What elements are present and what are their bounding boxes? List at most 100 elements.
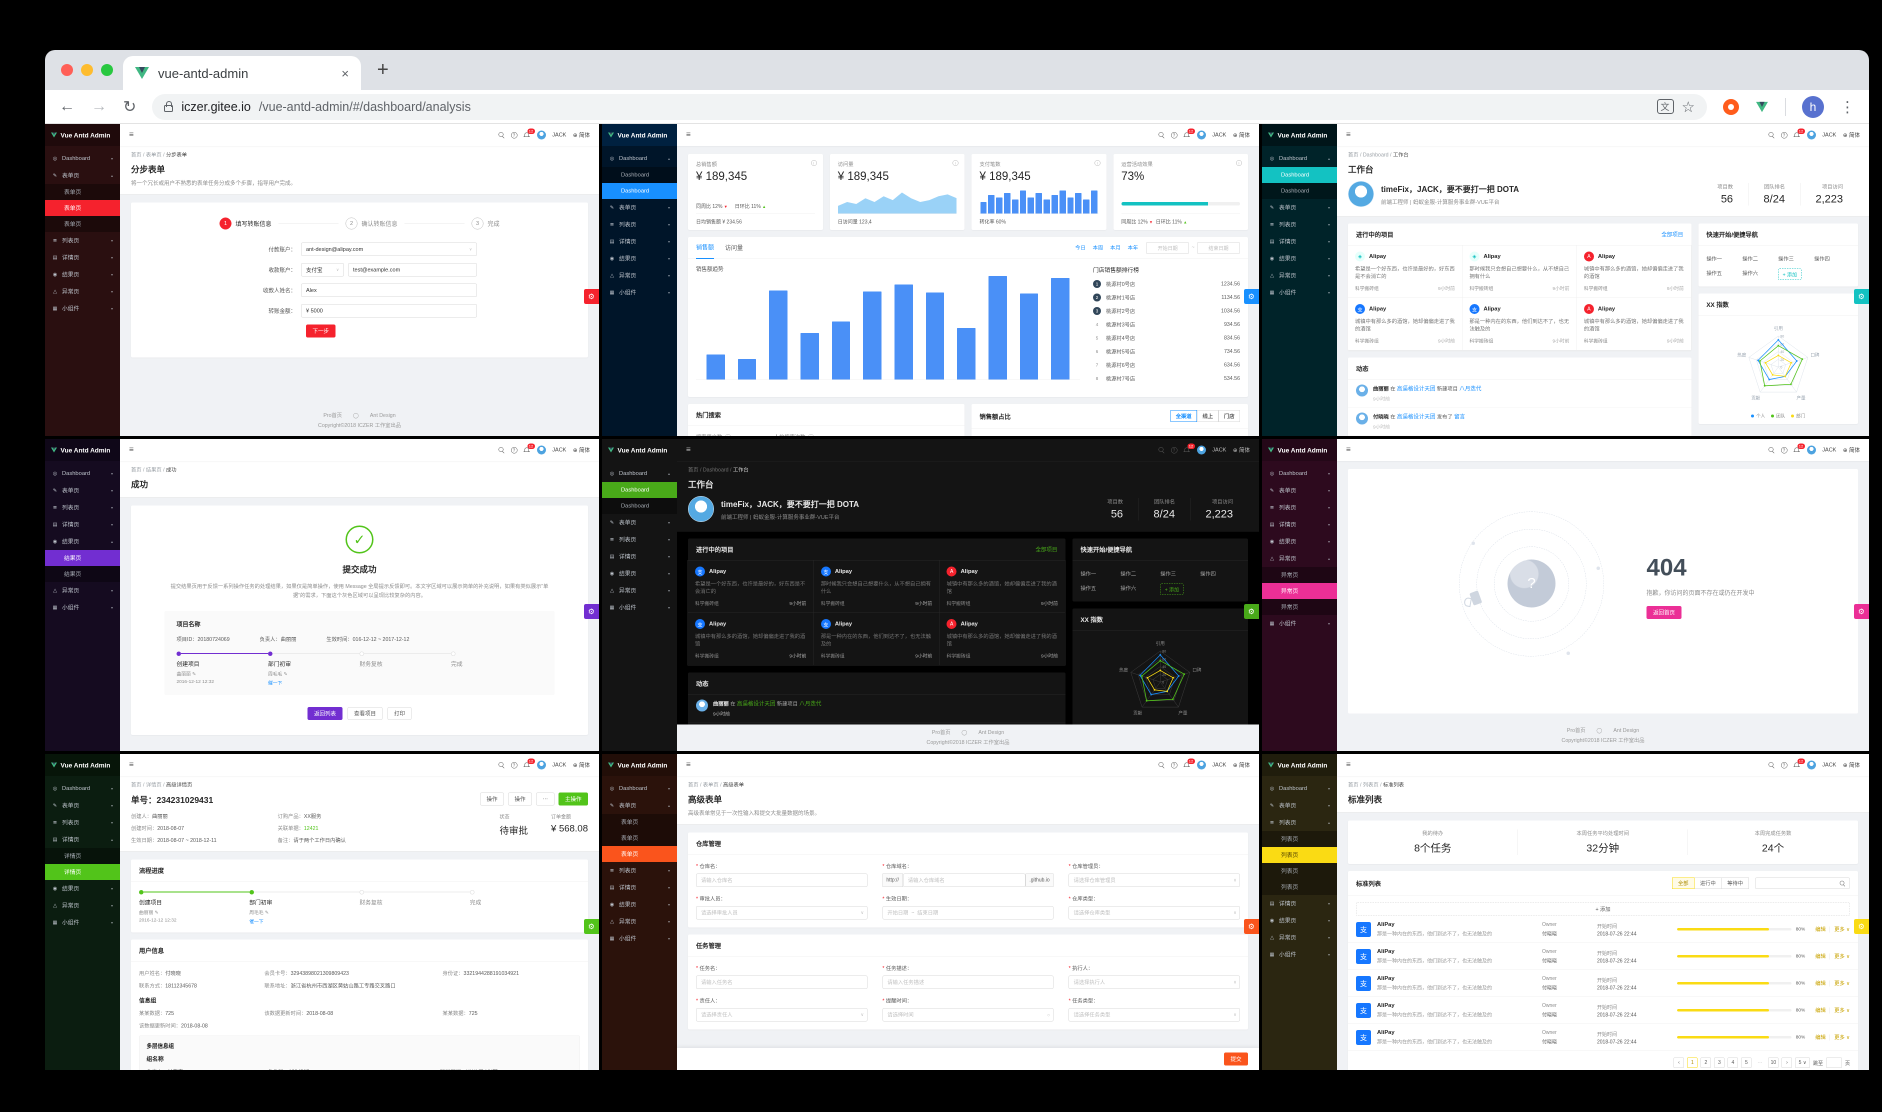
info-icon[interactable]: i [1236,160,1242,166]
sidebar-subitem[interactable]: 异常页 [1262,599,1337,615]
sidebar-item[interactable]: ▦ 小组件 ▾ [602,599,677,616]
notification-bell-icon[interactable]: 12 [1793,128,1805,139]
sidebar-item[interactable]: ▤ 详情页 ▾ [1262,233,1337,250]
help-icon[interactable]: ? [1170,446,1178,454]
help-icon[interactable]: ? [1170,131,1178,139]
quick-action-link[interactable]: 操作二 [1742,252,1778,267]
add-action-button[interactable]: + 添加 [1778,268,1802,280]
sidebar-item[interactable]: ✎ 表单页 ▾ [1262,199,1337,216]
row-title[interactable]: AliPay [1377,1030,1542,1036]
sidebar-item[interactable]: ◉ 结果页 ▾ [602,896,677,913]
header-action-button[interactable]: 主操作 [558,792,588,806]
sidebar-item[interactable]: ◉ 结果页 ▴ [45,533,120,550]
sidebar-subitem[interactable]: 结果页 [45,566,120,582]
edit-link[interactable]: 编辑 [1815,926,1826,934]
quick-action-link[interactable]: 操作一 [1080,567,1120,582]
more-link[interactable]: 更多 ∨ [1834,980,1850,988]
user-name[interactable]: JACK [1212,132,1226,138]
sidebar-item[interactable]: ≣ 列表页 ▾ [1262,216,1337,233]
header-action-button[interactable]: 操作 [480,792,504,806]
close-window-button[interactable] [61,64,73,76]
submit-button[interactable]: 提交 [1224,1052,1248,1066]
user-avatar[interactable] [536,130,546,140]
edit-link[interactable]: 编辑 [1815,1007,1826,1015]
sidebar-subitem[interactable]: 表单页 [45,200,120,216]
footer-link[interactable]: Pro首页 [323,412,342,420]
sidebar-subitem[interactable]: 表单页 [602,846,677,862]
sidebar-item[interactable]: △ 异常页 ▴ [1262,550,1337,567]
field-input[interactable] [1068,906,1240,920]
amount-input[interactable]: ¥ 5000 [301,304,477,318]
quick-action-link[interactable]: 操作六 [1742,266,1778,281]
sidebar-item[interactable]: ≣ 列表页 ▾ [45,499,120,516]
team-link[interactable]: 高逼格设计天团 [1397,386,1436,392]
theme-settings-trigger[interactable]: ⚙ [584,919,599,934]
sidebar-item[interactable]: ▤ 详情页 ▾ [1262,895,1337,912]
project-card[interactable]: A Alipay 城镇中有那么多的酒馆，她却偏偏走进了我的酒馆 科学搬砖组 9小时前 [1576,297,1692,351]
menu-collapse-icon[interactable]: ≡ [1346,131,1351,140]
footer-link[interactable]: Pro首页 [1567,727,1586,735]
reload-button[interactable]: ↻ [123,97,136,117]
sidebar-item[interactable]: ▤ 详情页 ▾ [1262,516,1337,533]
language-switcher[interactable]: ⊕ 简体 [573,131,590,139]
sidebar-item[interactable]: △ 异常页 ▾ [602,267,677,284]
sidebar-subitem[interactable]: Dashboard [1262,167,1337,183]
sidebar-item[interactable]: ◉ 结果页 ▾ [45,266,120,283]
project-card[interactable]: 支 Alipay 希望是一个好东西，也许是最好的，好东西是不会消亡的 科学搬砖组 9… [687,560,814,613]
sidebar-item[interactable]: ✎ 表单页 ▾ [1262,797,1337,814]
header-action-button[interactable]: 操作 [508,792,532,806]
theme-settings-trigger[interactable]: ⚙ [1244,919,1259,934]
sidebar-subitem[interactable]: 列表页 [1262,831,1337,847]
row-title[interactable]: AliPay [1377,922,1542,928]
field-input[interactable] [696,906,868,920]
team-link[interactable]: 高逼格设计天团 [737,701,776,707]
sidebar-item[interactable]: △ 异常页 ▾ [602,913,677,930]
search-icon[interactable] [498,762,504,768]
payee-account-input[interactable]: test@example.com [348,263,477,277]
app-logo[interactable]: Vue Antd Admin [1262,439,1337,461]
language-switcher[interactable]: ⊕ 简体 [1843,131,1860,139]
sidebar-item[interactable]: △ 异常页 ▾ [1262,267,1337,284]
user-name[interactable]: JACK [1822,447,1836,453]
back-button[interactable]: ← [59,98,75,116]
sidebar-subitem[interactable]: 表单页 [602,814,677,830]
field-input[interactable] [1068,1008,1240,1022]
sidebar-item[interactable]: ≣ 列表页 ▴ [1262,814,1337,831]
sidebar-item[interactable]: △ 异常页 ▾ [45,582,120,599]
user-name[interactable]: JACK [1212,447,1226,453]
project-card[interactable]: ◈ Alipay 希望是一个好东西，也许是最好的，好东西是不会消亡的 科学搬砖组 9… [1347,245,1463,298]
page-number-button[interactable]: ··· [1755,1058,1766,1069]
payee-name-input[interactable]: Alex [301,283,477,297]
sidebar-subitem[interactable]: 列表页 [1262,863,1337,879]
sidebar-item[interactable]: ▤ 详情页 ▾ [45,516,120,533]
page-number-button[interactable]: 10 [1768,1057,1779,1068]
language-switcher[interactable]: ⊕ 简体 [1843,761,1860,769]
list-filter-button[interactable]: 全部 [1672,877,1695,889]
quick-action-link[interactable]: 操作六 [1120,581,1160,596]
language-switcher[interactable]: ⊕ 简体 [573,761,590,769]
edit-link[interactable]: 编辑 [1815,1034,1826,1042]
theme-settings-trigger[interactable]: ⚙ [1244,604,1259,619]
info-icon[interactable]: i [810,160,817,166]
search-icon[interactable] [1158,762,1164,768]
translate-icon[interactable]: 文 [1656,99,1674,114]
sidebar-item[interactable]: ◎ Dashboard ▴ [1262,150,1337,167]
quick-action-link[interactable]: 操作四 [1814,252,1850,267]
sidebar-item[interactable]: △ 异常页 ▾ [45,283,120,300]
field-input[interactable] [1068,975,1240,989]
edit-link[interactable]: 编辑 [1815,953,1826,961]
channel-filter-button[interactable]: 门店 [1218,410,1240,422]
sidebar-subitem[interactable]: Dashboard [602,482,677,498]
page-number-button[interactable]: 4 [1727,1057,1739,1068]
all-projects-link[interactable]: 全部项目 [1661,230,1683,238]
browser-profile-avatar[interactable]: h [1802,95,1824,118]
sidebar-item[interactable]: ◉ 结果页 ▾ [1262,250,1337,267]
menu-collapse-icon[interactable]: ≡ [1346,446,1351,455]
more-link[interactable]: 更多 ∨ [1834,1007,1850,1015]
user-name[interactable]: JACK [552,762,566,768]
info-icon[interactable]: i [952,160,959,166]
menu-collapse-icon[interactable]: ≡ [129,446,134,455]
sidebar-item[interactable]: ✎ 表单页 ▾ [45,797,120,814]
user-avatar[interactable] [1806,760,1816,770]
theme-settings-trigger[interactable]: ⚙ [1854,604,1869,619]
